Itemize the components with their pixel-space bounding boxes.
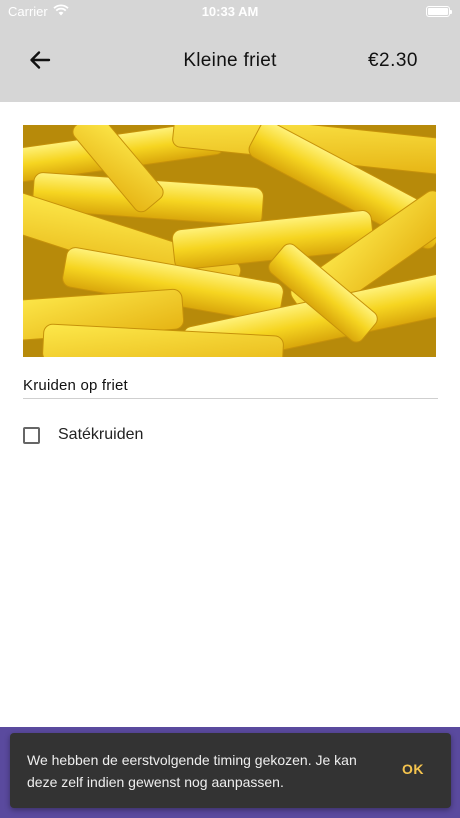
product-detail-screen: Carrier 10:33 AM Kleine friet €2.30 Krui… [0, 0, 460, 818]
status-bar: Carrier 10:33 AM [0, 0, 460, 24]
product-image [23, 125, 436, 357]
options-section-title: Kruiden op friet [23, 377, 128, 394]
app-bar: Kleine friet €2.30 [0, 24, 460, 102]
snackbar-ok-button[interactable]: OK [402, 761, 424, 777]
section-divider [23, 398, 438, 399]
checkbox-satekruiden[interactable] [23, 426, 40, 444]
product-price: €2.30 [367, 50, 418, 71]
snackbar: We hebben de eerstvolgende timing gekoze… [10, 733, 451, 808]
battery-indicator [426, 6, 452, 17]
battery-icon [426, 6, 452, 17]
snackbar-message: We hebben de eerstvolgende timing gekoze… [27, 752, 357, 790]
option-satekruiden[interactable]: Satékruiden [23, 426, 143, 444]
status-time: 10:33 AM [201, 4, 259, 19]
option-label: Satékruiden [58, 426, 144, 443]
battery-fill [428, 8, 448, 15]
